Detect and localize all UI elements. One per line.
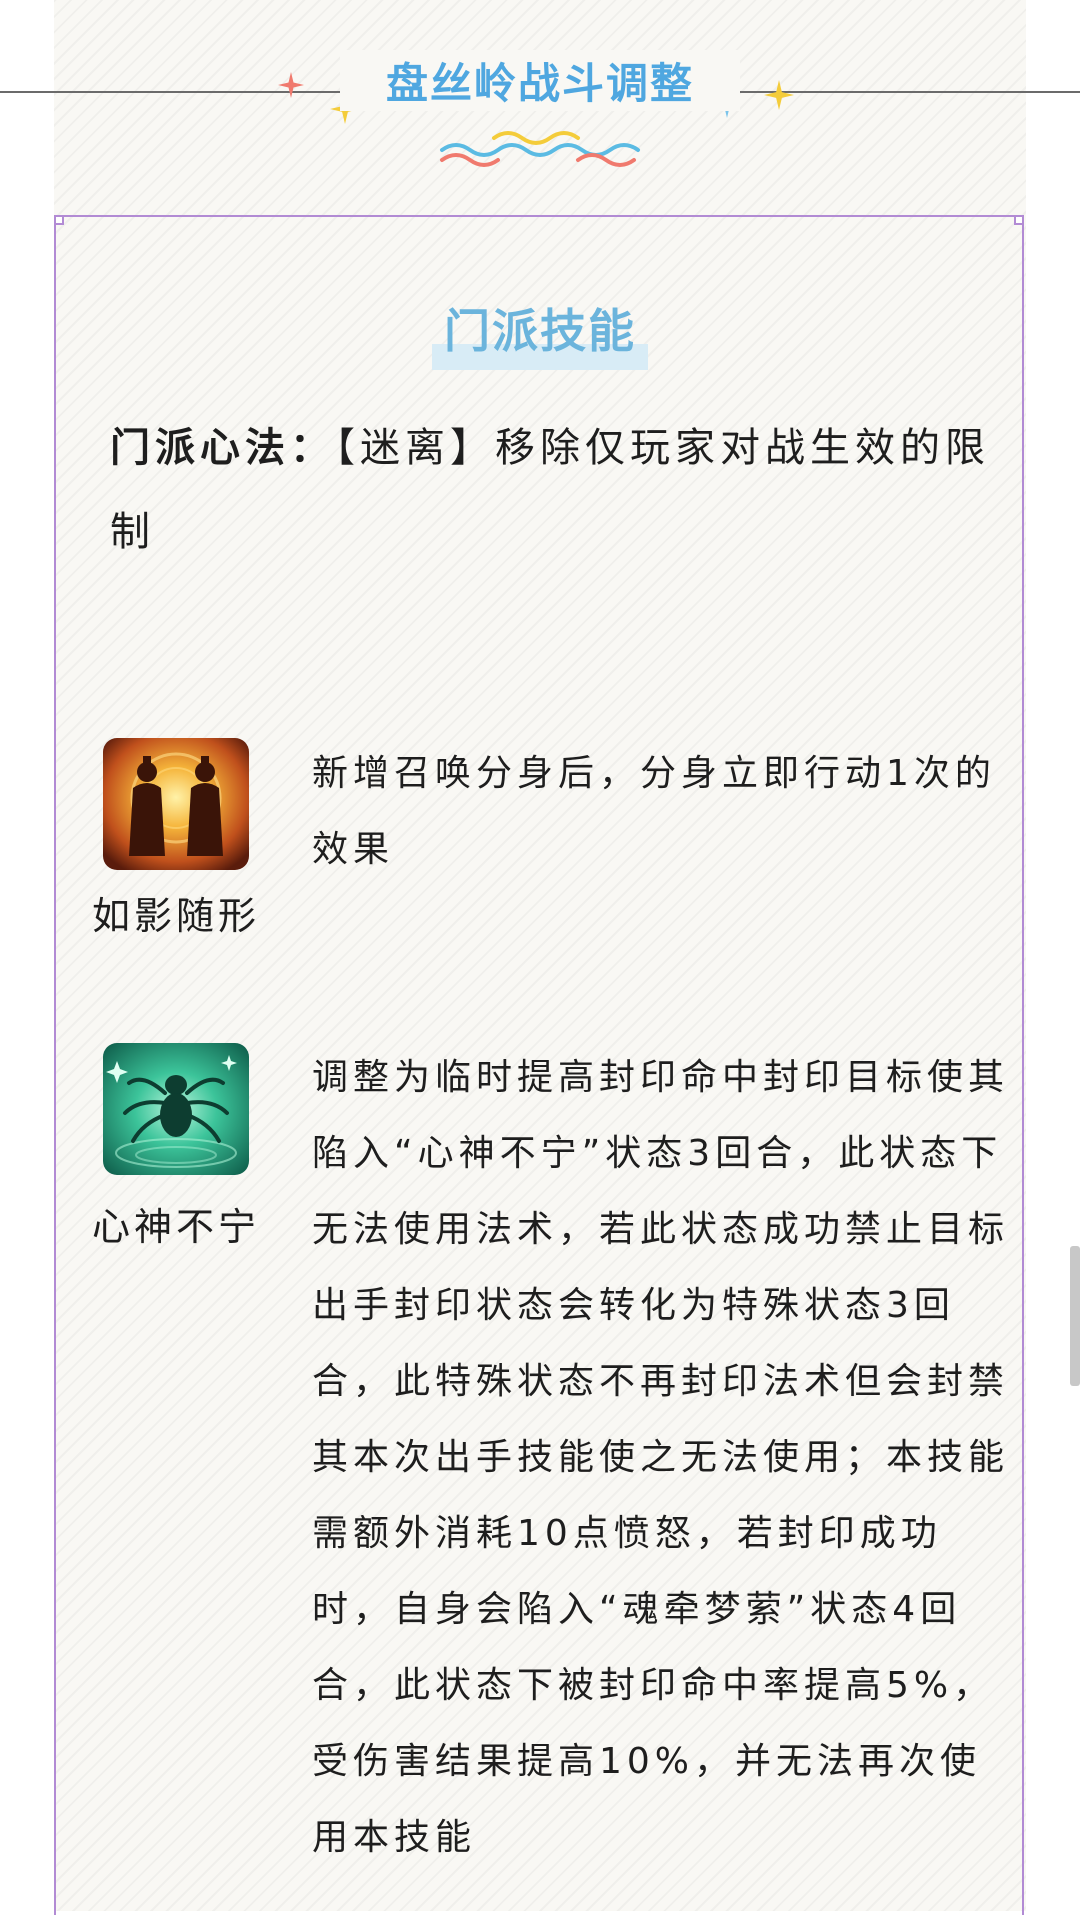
section-heading: 门派技能 <box>432 300 648 370</box>
frame-corner <box>54 215 64 225</box>
skill-description: 新增召唤分身后，分身立即行动1次的效果 <box>312 753 996 870</box>
skill-name: 心神不宁 <box>91 1205 260 1249</box>
spider-icon <box>103 1043 249 1175</box>
intro-paragraph: 门派心法：【迷离】移除仅玩家对战生效的限制 <box>110 406 990 574</box>
page-title: 盘丝岭战斗调整 <box>340 50 740 111</box>
scrollbar-thumb[interactable] <box>1070 1246 1080 1386</box>
skill-name: 如影随形 <box>91 894 260 938</box>
sparkle-icon <box>764 80 794 110</box>
frame-corner <box>1014 215 1024 225</box>
twin-silhouette-icon <box>103 738 249 870</box>
skill-description: 调整为临时提高封印命中封印目标使其陷入“心神不宁”状态3回合，此状态下无法使用法… <box>312 1057 1010 1858</box>
intro-label: 门派心法： <box>110 425 335 471</box>
sparkle-icon <box>278 72 304 98</box>
section-heading-text: 门派技能 <box>444 304 636 358</box>
wave-decoration-icon <box>440 131 640 167</box>
